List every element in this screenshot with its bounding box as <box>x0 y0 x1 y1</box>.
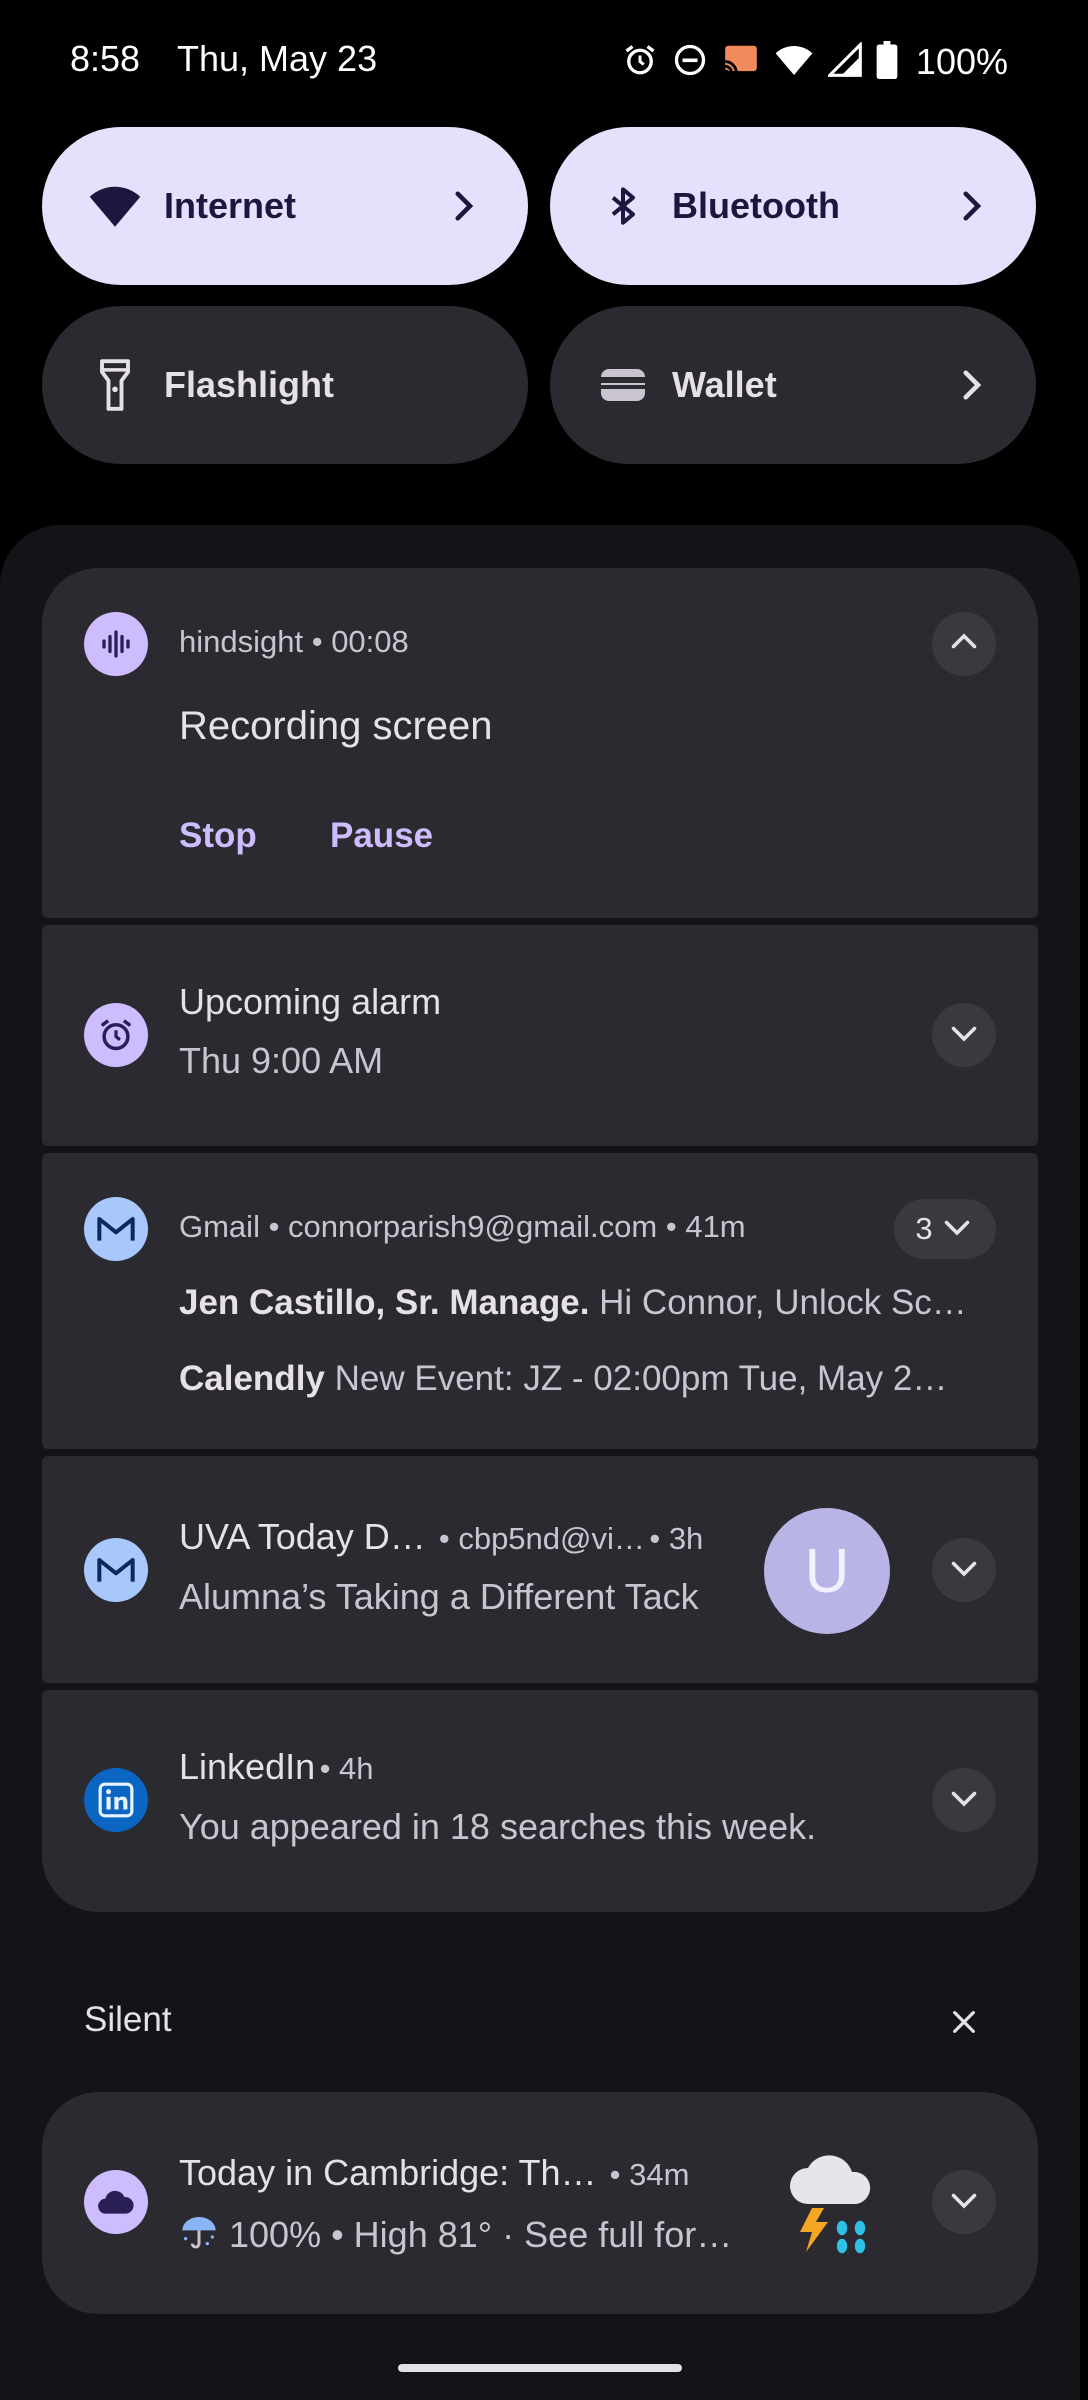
recorder-icon <box>84 612 148 676</box>
expand-button[interactable] <box>932 1768 996 1832</box>
alarm-app-icon <box>84 1003 148 1067</box>
chevron-down-icon <box>946 1550 982 1591</box>
message-row: Calendly New Event: JZ - 02:00pm Tue, Ma… <box>179 1359 1029 1399</box>
app-name: hindsight <box>179 624 304 659</box>
tile-wallet[interactable]: Wallet <box>550 306 1036 464</box>
battery-percent: 100% <box>915 41 1008 82</box>
battery-icon <box>876 40 898 84</box>
tile-bluetooth[interactable]: Bluetooth <box>550 127 1036 285</box>
avatar: U <box>764 1508 890 1634</box>
tile-flashlight-label: Flashlight <box>164 364 334 405</box>
gesture-nav-handle[interactable] <box>398 2364 682 2372</box>
notification-uva-today[interactable]: UVA Today D… • cbp5nd@vi… • 3h Alumna’s … <box>42 1456 1038 1683</box>
weather-title: Today in Cambridge: Th… <box>179 2152 597 2193</box>
weather-text: 100% • High 81° · See full for… <box>229 2213 733 2255</box>
notification-alarm[interactable]: Upcoming alarm Thu 9:00 AM <box>42 925 1038 1146</box>
notification-title: Recording screen <box>179 704 493 748</box>
tile-bluetooth-label: Bluetooth <box>672 185 840 226</box>
notification-gmail[interactable]: Gmail • connorparish9@gmail.com • 41m 3 … <box>42 1153 1038 1449</box>
avatar-letter: U <box>804 1536 850 1606</box>
silent-section-header: Silent <box>84 2000 172 2039</box>
status-icons: 100% <box>622 38 1008 86</box>
message-count: 3 <box>915 1211 933 1246</box>
cast-icon <box>722 42 760 83</box>
wifi-icon <box>84 175 146 237</box>
account-email: cbp5nd@vi… <box>458 1521 645 1556</box>
tile-internet-label: Internet <box>164 185 297 226</box>
account-email: connorparish9@gmail.com <box>288 1209 658 1244</box>
chevron-down-icon <box>946 1015 982 1056</box>
alarm-icon <box>622 42 658 83</box>
notification-text: Alumna’s Taking a Different Tack <box>179 1576 699 1617</box>
tile-flashlight[interactable]: Flashlight <box>42 306 528 464</box>
status-bar: 8:58 Thu, May 23 100% <box>0 0 1088 125</box>
chevron-right-icon <box>950 364 992 406</box>
do-not-disturb-icon <box>672 42 708 83</box>
notification-linkedin[interactable]: LinkedIn • 4h You appeared in 18 searche… <box>42 1690 1038 1912</box>
notification-header: Today in Cambridge: Th… • 34m <box>179 2152 690 2193</box>
alarm-time: Thu 9:00 AM <box>179 1040 384 1081</box>
stop-button[interactable]: Stop <box>179 816 257 856</box>
app-name: LinkedIn <box>179 1746 316 1787</box>
time-ago: 3h <box>668 1521 704 1556</box>
chevron-right-icon <box>950 185 992 227</box>
gmail-icon <box>84 1538 148 1602</box>
sender-title: UVA Today D… <box>179 1516 426 1557</box>
message-preview: New Event: JZ - 02:00pm Tue, May 2… <box>334 1359 948 1398</box>
chevron-up-icon <box>946 624 982 665</box>
wallet-icon <box>592 354 654 416</box>
chevron-down-icon <box>939 1209 975 1250</box>
expand-button[interactable] <box>932 1003 996 1067</box>
thunderstorm-icon <box>772 2140 892 2260</box>
umbrella-icon <box>179 2212 219 2257</box>
wifi-icon <box>774 42 814 83</box>
notification-header: UVA Today D… • cbp5nd@vi… • 3h <box>179 1516 704 1557</box>
time-ago: 34m <box>629 2157 690 2192</box>
tile-wallet-label: Wallet <box>672 364 777 405</box>
status-time: 8:58 <box>70 38 141 79</box>
chevron-down-icon <box>946 1780 982 1821</box>
expand-count-button[interactable]: 3 <box>894 1199 996 1259</box>
notification-header: LinkedIn • 4h <box>179 1746 374 1787</box>
chevron-down-icon <box>946 2182 982 2223</box>
message-sender: Calendly <box>179 1359 325 1398</box>
pause-button[interactable]: Pause <box>330 816 433 856</box>
expand-button[interactable] <box>932 2170 996 2234</box>
bluetooth-icon <box>592 175 654 237</box>
clear-silent-button[interactable] <box>940 2000 988 2048</box>
signal-icon <box>825 40 862 83</box>
close-icon <box>948 2006 980 2043</box>
time-ago: 4h <box>339 1751 374 1786</box>
notification-text: You appeared in 18 searches this week. <box>179 1806 817 1847</box>
notification-header: hindsight • 00:08 <box>179 624 409 659</box>
elapsed-time: 00:08 <box>331 624 409 659</box>
notification-recording[interactable]: hindsight • 00:08 Recording screen Stop … <box>42 568 1038 918</box>
linkedin-icon <box>84 1768 148 1832</box>
message-sender: Jen Castillo, Sr. Manage. <box>179 1283 590 1322</box>
collapse-button[interactable] <box>932 612 996 676</box>
notification-weather[interactable]: Today in Cambridge: Th… • 34m 100% • Hig… <box>42 2092 1038 2314</box>
expand-button[interactable] <box>932 1538 996 1602</box>
app-name: Gmail <box>179 1209 260 1244</box>
alarm-title: Upcoming alarm <box>179 981 442 1022</box>
gmail-icon <box>84 1197 148 1261</box>
notification-header: Gmail • connorparish9@gmail.com • 41m <box>179 1209 746 1244</box>
chevron-right-icon <box>442 185 484 227</box>
time-ago: 41m <box>685 1209 746 1244</box>
flashlight-icon <box>84 354 146 416</box>
weather-summary: 100% • High 81° · See full for… <box>179 2212 732 2257</box>
message-row: Jen Castillo, Sr. Manage. Hi Connor, Unl… <box>179 1283 1029 1323</box>
tile-internet[interactable]: Internet <box>42 127 528 285</box>
weather-app-icon <box>84 2170 148 2234</box>
message-preview: Hi Connor, Unlock Sc… <box>599 1283 967 1322</box>
status-date: Thu, May 23 <box>177 38 378 79</box>
